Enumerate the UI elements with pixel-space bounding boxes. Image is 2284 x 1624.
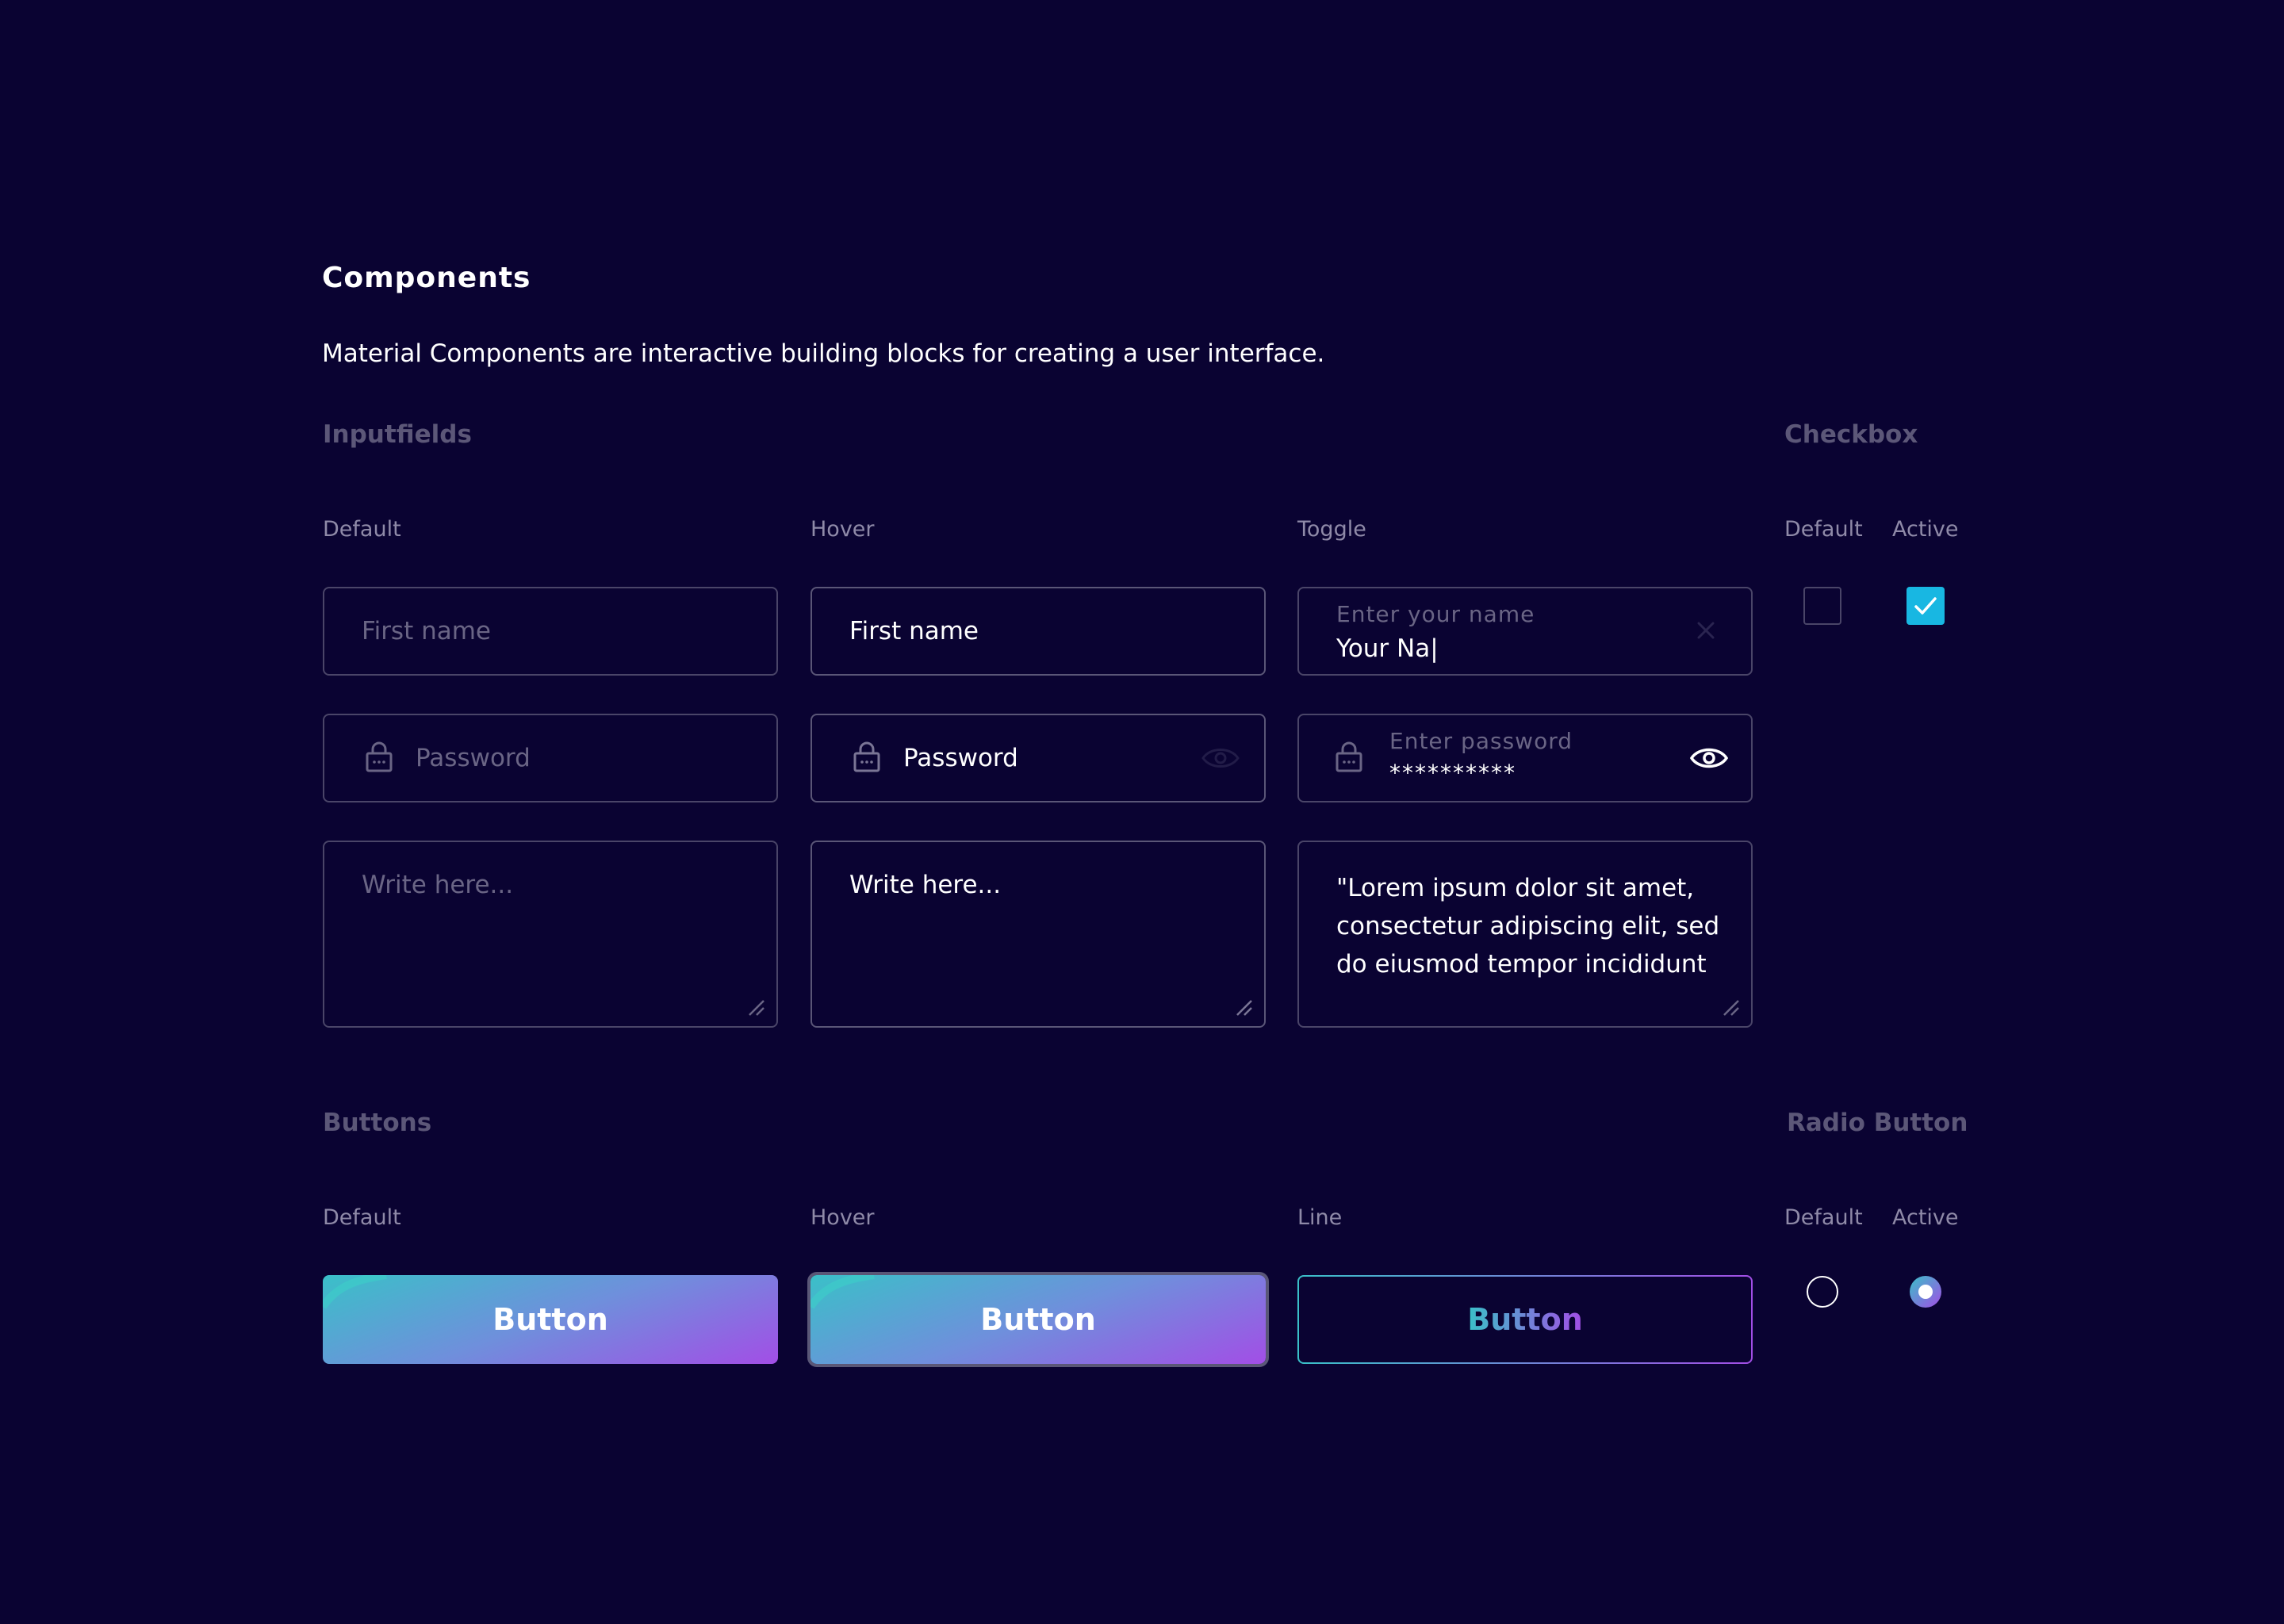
radio-label-active: Active: [1892, 1205, 1959, 1230]
first-name-input-default[interactable]: First name: [323, 587, 778, 676]
textarea-value: "Lorem ipsum dolor sit amet, consectetur…: [1336, 874, 1720, 979]
textarea-default[interactable]: Write here...: [323, 841, 778, 1028]
buttons-heading: Buttons: [323, 1109, 432, 1137]
lock-icon: [853, 741, 880, 772]
inputfields-heading: Inputfields: [323, 420, 472, 449]
swirl-decoration: [323, 1275, 387, 1309]
checkbox-heading: Checkbox: [1784, 420, 1918, 449]
button-label: Button: [492, 1302, 608, 1337]
radio-label-default: Default: [1784, 1205, 1863, 1230]
first-name-input-hover[interactable]: First name: [811, 587, 1266, 676]
password-input-toggle[interactable]: Enter password **********: [1297, 714, 1753, 802]
button-default[interactable]: Button: [323, 1275, 778, 1364]
password-floating-label: Enter password: [1389, 728, 1573, 754]
eye-icon[interactable]: [1689, 742, 1729, 774]
textarea-placeholder: Write here...: [362, 871, 514, 899]
button-hover[interactable]: Button: [807, 1272, 1269, 1367]
checkbox-default[interactable]: [1803, 587, 1841, 625]
page-description: Material Components are interactive buil…: [322, 339, 1325, 368]
first-name-text: First name: [849, 617, 979, 645]
password-placeholder: Password: [416, 744, 531, 772]
name-input-toggle[interactable]: Enter your name Your Na|: [1297, 587, 1753, 676]
textarea-toggle[interactable]: "Lorem ipsum dolor sit amet, consectetur…: [1297, 841, 1753, 1028]
eye-icon[interactable]: [1201, 742, 1240, 774]
name-input-value: Your Na|: [1336, 634, 1439, 663]
clear-icon[interactable]: [1696, 620, 1716, 641]
check-icon: [1914, 597, 1937, 615]
password-input-hover[interactable]: Password: [811, 714, 1266, 802]
col-label-default: Default: [323, 517, 401, 542]
swirl-decoration: [811, 1275, 875, 1309]
lock-icon: [1336, 741, 1362, 772]
button-line[interactable]: Button: [1297, 1275, 1753, 1364]
radio-active[interactable]: [1910, 1276, 1941, 1308]
button-label: Button: [980, 1302, 1096, 1337]
radio-dot: [1918, 1285, 1933, 1299]
checkbox-label-default: Default: [1784, 517, 1863, 542]
radio-heading: Radio Button: [1787, 1109, 1968, 1137]
col-label-toggle: Toggle: [1297, 517, 1366, 542]
password-masked-value: **********: [1389, 760, 1516, 786]
checkbox-active[interactable]: [1907, 587, 1945, 625]
resize-handle-icon[interactable]: [1232, 996, 1253, 1017]
checkbox-label-active: Active: [1892, 517, 1959, 542]
button-col-label-default: Default: [323, 1205, 401, 1230]
lock-icon: [366, 741, 393, 772]
first-name-placeholder: First name: [362, 617, 492, 645]
password-input-default[interactable]: Password: [323, 714, 778, 802]
textarea-hover[interactable]: Write here...: [811, 841, 1266, 1028]
page-title: Components: [322, 262, 531, 294]
button-label: Button: [1467, 1302, 1583, 1337]
resize-handle-icon[interactable]: [745, 996, 765, 1017]
button-col-label-line: Line: [1297, 1205, 1343, 1230]
name-floating-label: Enter your name: [1336, 601, 1535, 627]
radio-default[interactable]: [1807, 1276, 1838, 1308]
col-label-hover: Hover: [811, 517, 875, 542]
textarea-text: Write here...: [849, 871, 1002, 899]
button-col-label-hover: Hover: [811, 1205, 875, 1230]
password-text: Password: [903, 744, 1018, 772]
resize-handle-icon[interactable]: [1719, 996, 1740, 1017]
